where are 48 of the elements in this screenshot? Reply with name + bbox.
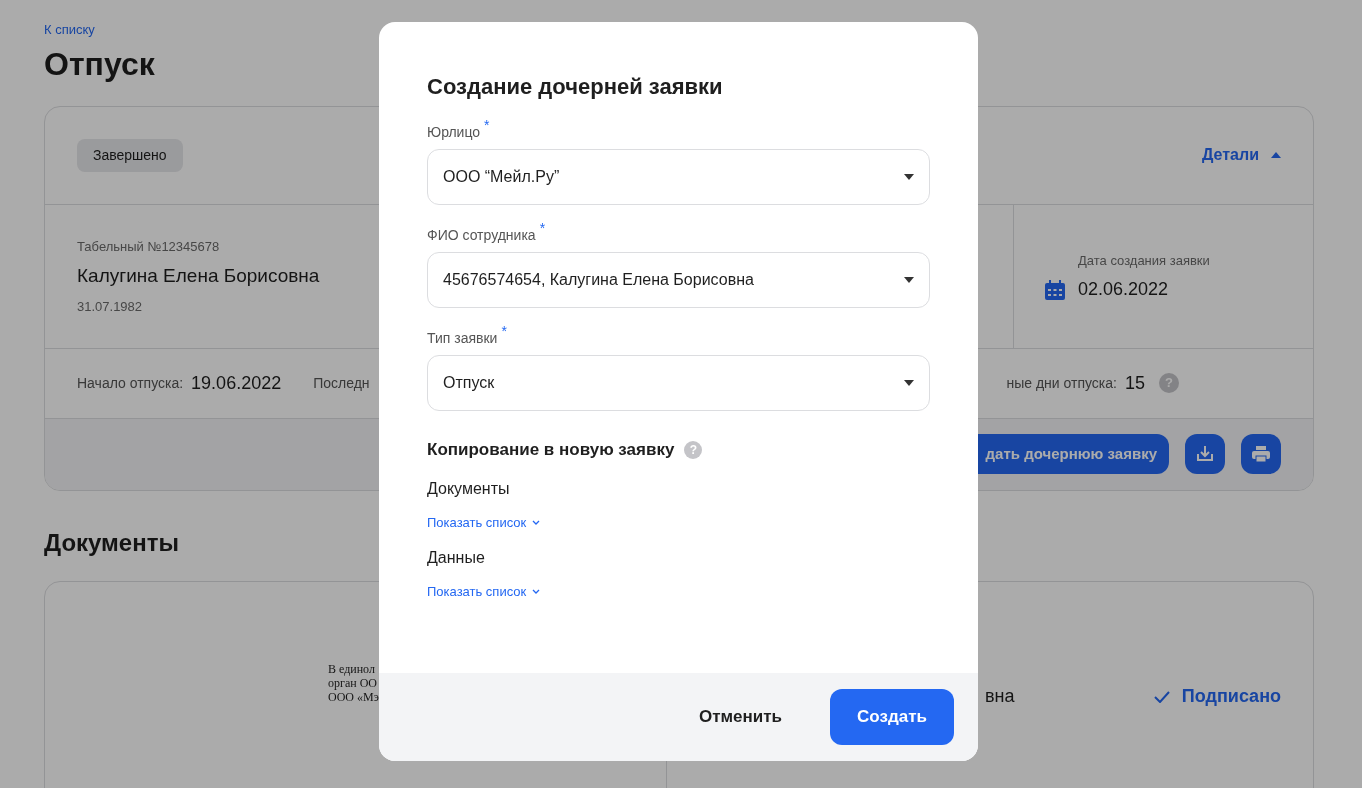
remaining-days-value: 15 <box>1124 371 1145 395</box>
tab-number: Табельный №12345678 <box>77 237 220 256</box>
documents-title: Документы <box>44 527 179 558</box>
print-button[interactable] <box>1241 434 1281 474</box>
select-field[interactable]: ООО “Мейл.Ру” <box>427 149 930 205</box>
help-icon: ? <box>684 440 703 459</box>
created-label: Дата создания заявки <box>1077 251 1211 270</box>
caret-down-icon <box>904 174 914 180</box>
page-title: Отпуск <box>44 44 156 84</box>
calendar-icon <box>1044 278 1066 301</box>
created-date: 02.06.2022 <box>1078 278 1169 301</box>
field-label: Тип заявки <box>427 329 498 348</box>
download-button[interactable] <box>1185 434 1225 474</box>
group-title: Данные <box>427 548 486 568</box>
details-toggle[interactable]: Детали <box>1202 143 1281 167</box>
last-day-label: Последн <box>313 373 370 393</box>
birth-date: 31.07.1982 <box>77 297 143 316</box>
chevron-down-icon <box>532 519 541 525</box>
show-list-link[interactable]: Показать список <box>427 582 541 602</box>
required-mark: * <box>539 221 546 235</box>
start-date: 19.06.2022 <box>191 371 282 395</box>
create-button[interactable]: Создать <box>830 689 954 745</box>
start-label: Начало отпуска: <box>77 373 184 393</box>
group-title: Документы <box>427 478 511 499</box>
caret-up-icon <box>1271 152 1281 158</box>
required-mark: * <box>484 118 490 132</box>
cancel-button[interactable]: Отменить <box>666 689 814 745</box>
help-icon: ? <box>1159 373 1179 393</box>
required-mark: * <box>501 324 507 338</box>
caret-down-icon <box>904 380 914 386</box>
chevron-down-icon <box>532 589 541 595</box>
field-label: Юрлицо <box>427 123 481 142</box>
download-icon <box>1195 444 1215 464</box>
signer-name: вна <box>985 685 1015 708</box>
select-field[interactable]: 45676574654, Калугина Елена Борисовна <box>427 252 930 308</box>
caret-down-icon <box>904 277 914 283</box>
field-label: ФИО сотрудника <box>427 226 536 245</box>
remaining-days-label: ные дни отпуска: <box>1006 373 1117 393</box>
show-list-link[interactable]: Показать список <box>427 512 541 532</box>
printer-icon <box>1251 444 1271 464</box>
employee-name: Калугина Елена Борисовна <box>77 264 320 288</box>
dialog-title: Создание дочерней заявки <box>427 73 724 101</box>
select-field[interactable]: Отпуск <box>427 355 930 411</box>
signed-status: Подписано <box>1181 685 1281 708</box>
document-preview-text: В единол орган ОО ООО «Мэ <box>328 661 380 704</box>
check-icon <box>1153 690 1170 703</box>
section-title: Копирование в новую заявку <box>427 439 675 461</box>
status-badge: Завершено <box>77 138 183 172</box>
